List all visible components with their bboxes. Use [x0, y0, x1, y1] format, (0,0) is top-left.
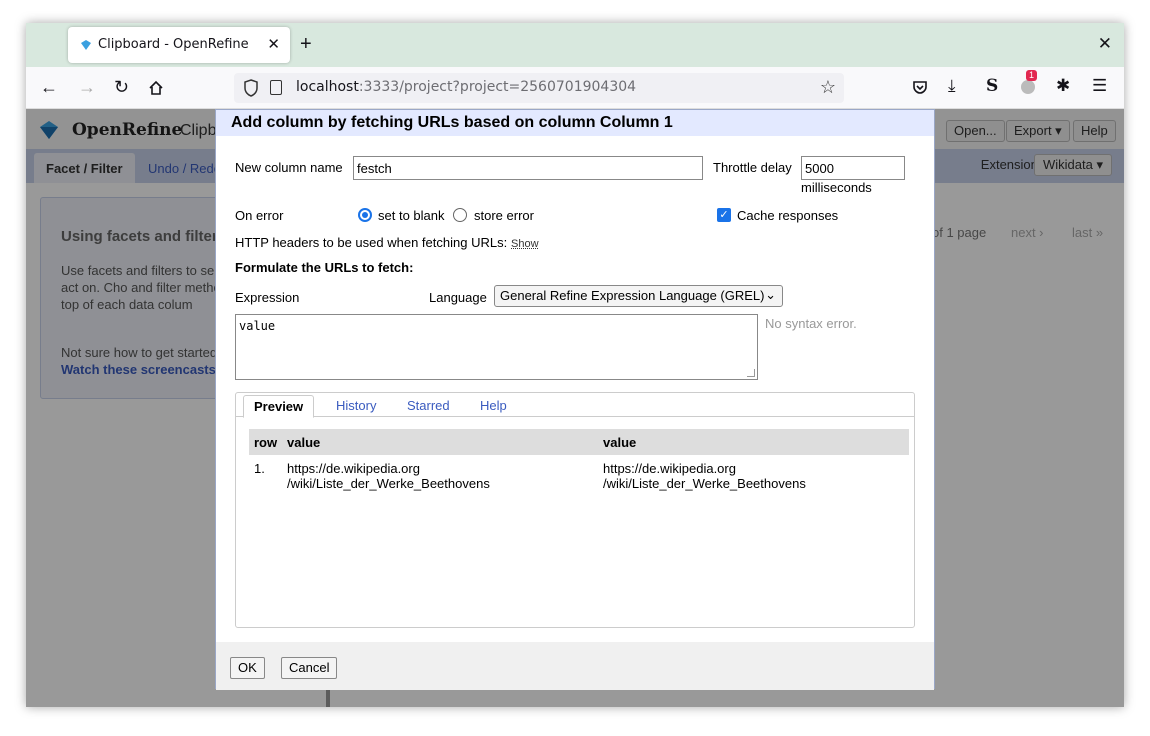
- cell-result-line1: https://de.wikipedia.org: [603, 461, 736, 476]
- preview-tabs-panel: Preview History Starred Help row value v…: [235, 392, 915, 628]
- forward-icon[interactable]: →: [78, 77, 96, 97]
- on-error-label: On error: [235, 208, 284, 223]
- browser-tab[interactable]: Clipboard - OpenRefine ✕: [68, 27, 290, 63]
- store-error-label: store error: [474, 208, 534, 223]
- navigation-bar: ← → ↻ localhost:3333/project?project=256…: [26, 67, 1124, 109]
- preview-tabs-header: Preview History Starred Help: [236, 393, 914, 418]
- cache-responses-label: Cache responses: [737, 208, 839, 223]
- new-column-name-label: New column name: [235, 160, 343, 175]
- dialog-header: Add column by fetching URLs based on col…: [216, 110, 934, 136]
- show-headers-link[interactable]: Show: [511, 238, 539, 250]
- tab-history[interactable]: History: [326, 395, 386, 417]
- cell-result-line2: /wiki/Liste_der_Werke_Beethovens: [603, 476, 806, 491]
- dialog-title: Add column by fetching URLs based on col…: [231, 114, 673, 131]
- cache-responses-checkbox[interactable]: ✓: [717, 208, 731, 222]
- menu-icon[interactable]: ☰: [1092, 76, 1107, 96]
- browser-window: Clipboard - OpenRefine ✕ + ✕ ← → ↻ local…: [26, 23, 1124, 707]
- http-headers-label: HTTP headers to be used when fetching UR…: [235, 235, 508, 250]
- resize-grip-icon[interactable]: [747, 369, 755, 377]
- preview-table-header: row value value: [249, 429, 909, 455]
- window-close-icon[interactable]: ✕: [1098, 34, 1112, 54]
- language-select[interactable]: General Refine Expression Language (GREL…: [494, 285, 783, 307]
- throttle-unit-label: milliseconds: [801, 180, 872, 195]
- chevron-down-icon: ⌄: [765, 287, 776, 302]
- home-icon[interactable]: [148, 80, 164, 96]
- tab-title: Clipboard - OpenRefine: [98, 37, 249, 52]
- column-header-row: row: [254, 435, 278, 450]
- throttle-delay-input[interactable]: 5000: [801, 156, 905, 180]
- expression-text: value: [239, 319, 276, 333]
- throttle-delay-label: Throttle delay: [713, 160, 792, 175]
- tab-help[interactable]: Help: [470, 395, 517, 417]
- cancel-button[interactable]: Cancel: [281, 657, 338, 679]
- tab-strip: Clipboard - OpenRefine ✕ + ✕: [26, 23, 1124, 67]
- extension-s-icon[interactable]: S: [986, 76, 998, 96]
- shield-icon[interactable]: [244, 79, 258, 97]
- new-column-name-input[interactable]: festch: [353, 156, 703, 180]
- notification-badge: 1: [1026, 70, 1038, 81]
- row-number: 1.: [254, 461, 265, 476]
- language-select-value: General Refine Expression Language (GREL…: [500, 288, 765, 303]
- expression-textarea[interactable]: value: [235, 314, 758, 380]
- tab-preview[interactable]: Preview: [243, 395, 315, 418]
- page-icon: [270, 80, 282, 95]
- download-icon[interactable]: ⤓: [948, 76, 956, 96]
- bookmark-star-icon[interactable]: ☆: [820, 77, 836, 98]
- store-error-radio[interactable]: [453, 208, 467, 222]
- url-text: localhost:3333/project?project=256070190…: [296, 79, 637, 95]
- cell-value-line1: https://de.wikipedia.org: [287, 461, 420, 476]
- tab-close-icon[interactable]: ✕: [267, 35, 280, 53]
- cell-value-line2: /wiki/Liste_der_Werke_Beethovens: [287, 476, 490, 491]
- dialog-body: New column name festch Throttle delay 50…: [216, 136, 934, 642]
- add-column-by-url-dialog: Add column by fetching URLs based on col…: [215, 109, 935, 690]
- desktop: Clipboard - OpenRefine ✕ + ✕ ← → ↻ local…: [0, 0, 1150, 736]
- tab-starred[interactable]: Starred: [397, 395, 460, 417]
- reload-icon[interactable]: ↻: [114, 77, 129, 97]
- syntax-status: No syntax error.: [765, 316, 857, 331]
- extension-paw-icon[interactable]: ✱: [1056, 76, 1070, 96]
- set-to-blank-label: set to blank: [378, 208, 445, 223]
- set-to-blank-radio[interactable]: [358, 208, 372, 222]
- language-label: Language: [429, 290, 487, 305]
- column-header-value: value: [287, 435, 321, 450]
- expression-label: Expression: [235, 290, 300, 305]
- ok-button[interactable]: OK: [230, 657, 265, 679]
- formulate-urls-label: Formulate the URLs to fetch:: [235, 260, 414, 275]
- url-bar[interactable]: localhost:3333/project?project=256070190…: [234, 73, 844, 103]
- dialog-footer: OK Cancel: [216, 642, 934, 690]
- new-tab-icon[interactable]: +: [300, 33, 312, 55]
- pocket-icon[interactable]: [912, 79, 928, 95]
- extension-notifications-icon[interactable]: [1020, 79, 1036, 95]
- back-icon[interactable]: ←: [40, 77, 58, 97]
- openrefine-favicon-icon: [81, 40, 91, 50]
- column-header-result: value: [603, 435, 637, 450]
